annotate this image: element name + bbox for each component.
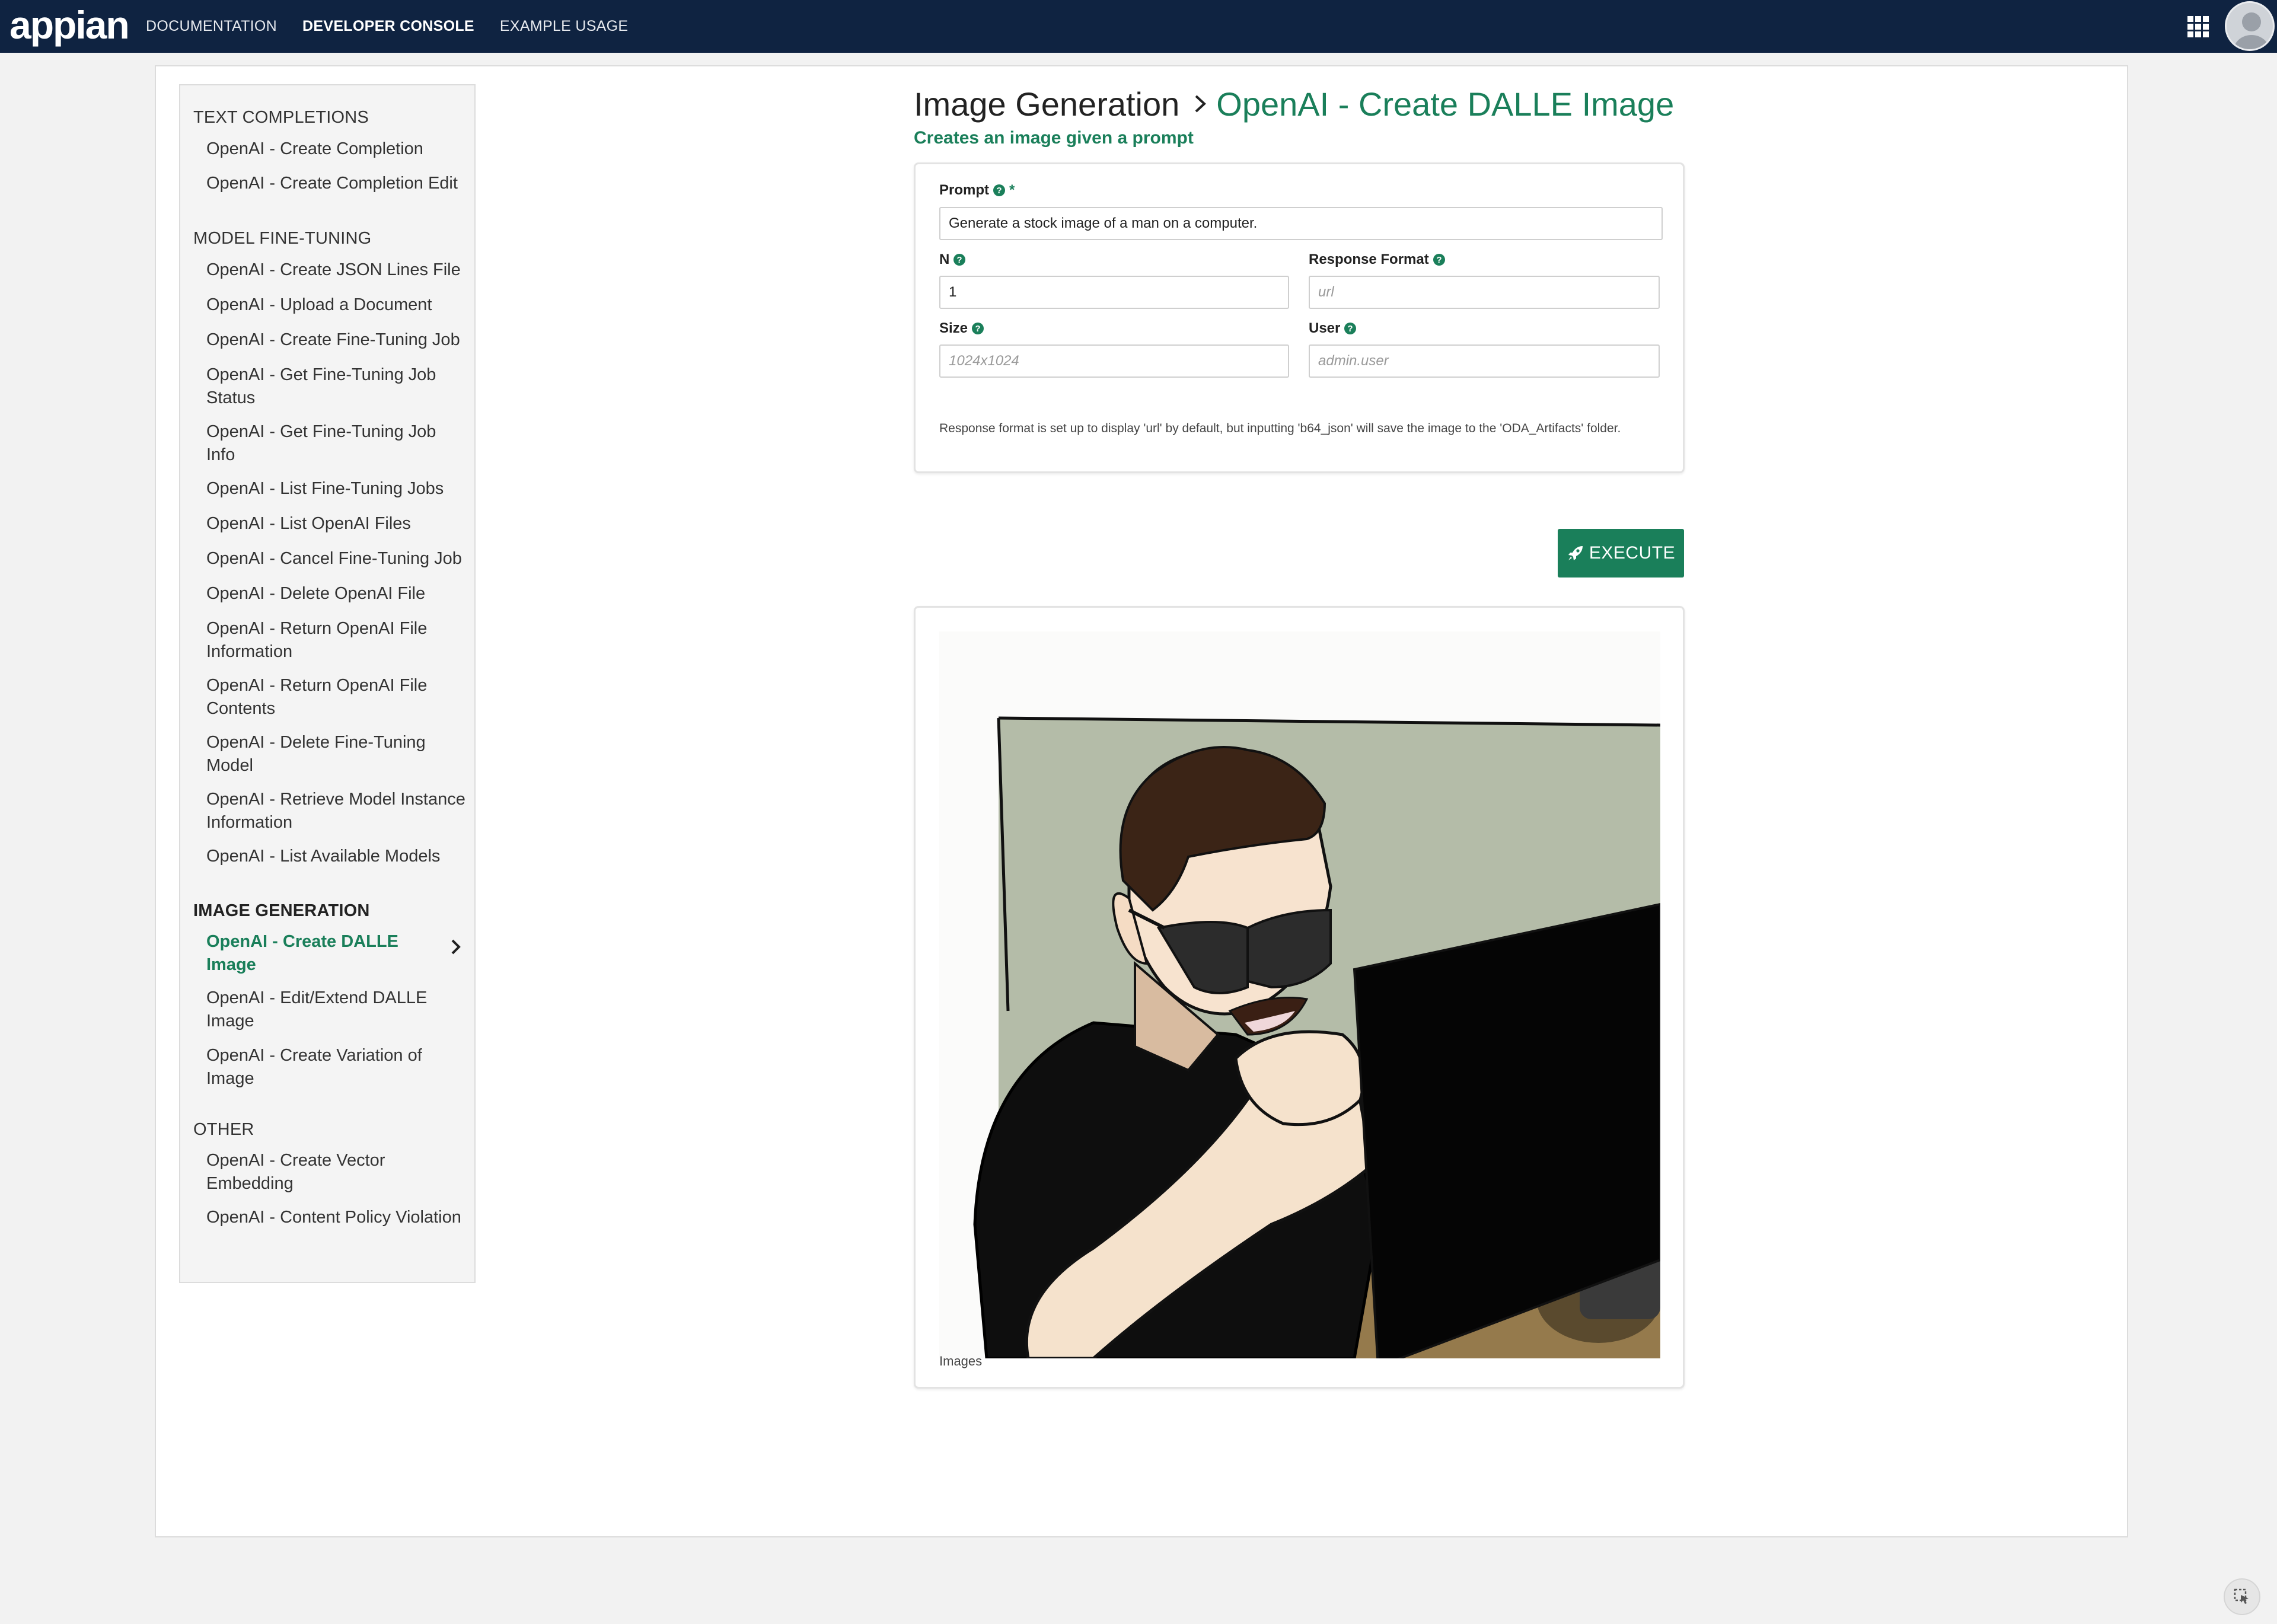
size-input[interactable]: 1024x1024 bbox=[939, 344, 1289, 378]
sidebar-item-create-variation[interactable]: OpenAI - Create Variation of Image bbox=[206, 1044, 467, 1090]
sidebar-item-create-dalle-image[interactable]: OpenAI - Create DALLE Image bbox=[206, 930, 444, 977]
page-title: OpenAI - Create DALLE Image bbox=[1216, 85, 1675, 123]
size-label: Size ? bbox=[939, 320, 984, 337]
sidebar-item-create-completion[interactable]: OpenAI - Create Completion bbox=[206, 138, 467, 161]
sidebar-item-edit-extend-dalle-image[interactable]: OpenAI - Edit/Extend DALLE Image bbox=[206, 987, 467, 1033]
sidebar-item-return-file-contents[interactable]: OpenAI - Return OpenAI File Contents bbox=[206, 674, 467, 720]
chevron-right-icon bbox=[1195, 95, 1207, 113]
help-icon[interactable]: ? bbox=[971, 322, 984, 335]
response-format-label: Response Format ? bbox=[1309, 251, 1446, 268]
sidebar-item-get-fine-tuning-job-status[interactable]: OpenAI - Get Fine-Tuning Job Status bbox=[206, 363, 467, 410]
feedback-button[interactable] bbox=[2224, 1578, 2260, 1615]
help-icon[interactable]: ? bbox=[1433, 253, 1446, 266]
appian-logo[interactable]: appian bbox=[9, 1, 130, 51]
top-nav: DOCUMENTATION DEVELOPER CONSOLE EXAMPLE … bbox=[146, 0, 653, 53]
user-silhouette-icon bbox=[2234, 12, 2269, 49]
app-grid-icon[interactable] bbox=[2187, 15, 2209, 38]
chevron-right-icon bbox=[451, 939, 461, 955]
cursor-select-icon bbox=[2234, 1588, 2249, 1604]
generated-image bbox=[939, 631, 1660, 1358]
sidebar-item-return-file-information[interactable]: OpenAI - Return OpenAI File Information bbox=[206, 617, 467, 663]
help-icon[interactable]: ? bbox=[993, 184, 1006, 197]
response-format-note: Response format is set up to display 'ur… bbox=[939, 422, 1621, 435]
sidebar-item-list-available-models[interactable]: OpenAI - List Available Models bbox=[206, 845, 467, 868]
user-avatar[interactable] bbox=[2225, 1, 2275, 51]
sidebar-item-list-openai-files[interactable]: OpenAI - List OpenAI Files bbox=[206, 512, 467, 535]
sidebar-header-image-generation: IMAGE GENERATION bbox=[193, 901, 370, 920]
sidebar-header-text-completions: TEXT COMPLETIONS bbox=[193, 108, 369, 127]
breadcrumb-parent[interactable]: Image Generation bbox=[914, 85, 1179, 123]
sidebar-item-delete-openai-file[interactable]: OpenAI - Delete OpenAI File bbox=[206, 582, 467, 605]
svg-text:?: ? bbox=[996, 186, 1002, 196]
sidebar-item-upload-document[interactable]: OpenAI - Upload a Document bbox=[206, 293, 467, 317]
sidebar-item-cancel-fine-tuning-job[interactable]: OpenAI - Cancel Fine-Tuning Job bbox=[206, 547, 467, 570]
svg-text:?: ? bbox=[957, 255, 962, 265]
user-input[interactable]: admin.user bbox=[1309, 344, 1660, 378]
required-asterisk: * bbox=[1009, 182, 1015, 198]
image-result-card: Images bbox=[914, 606, 1685, 1389]
sidebar: TEXT COMPLETIONS OpenAI - Create Complet… bbox=[179, 84, 476, 1283]
svg-text:?: ? bbox=[1348, 324, 1353, 334]
image-caption: Images bbox=[939, 1354, 983, 1368]
prompt-label: Prompt ? * bbox=[939, 182, 1015, 198]
request-form: Prompt ? * Generate a stock image of a m… bbox=[914, 162, 1685, 473]
help-icon[interactable]: ? bbox=[1344, 322, 1357, 335]
svg-text:?: ? bbox=[1436, 255, 1442, 265]
response-format-input[interactable]: url bbox=[1309, 276, 1660, 309]
sidebar-header-model-fine-tuning: MODEL FINE-TUNING bbox=[193, 229, 372, 248]
rocket-icon bbox=[1568, 546, 1583, 560]
top-bar: appian DOCUMENTATION DEVELOPER CONSOLE E… bbox=[0, 0, 2277, 53]
sidebar-item-create-completion-edit[interactable]: OpenAI - Create Completion Edit bbox=[206, 172, 467, 195]
sidebar-item-create-fine-tuning-job[interactable]: OpenAI - Create Fine-Tuning Job bbox=[206, 328, 467, 352]
breadcrumb: Image Generation OpenAI - Create DALLE I… bbox=[914, 83, 1674, 125]
n-label: N ? bbox=[939, 251, 966, 268]
execute-label: EXECUTE bbox=[1589, 543, 1676, 563]
n-input[interactable]: 1 bbox=[939, 276, 1289, 309]
sidebar-item-content-policy-violation[interactable]: OpenAI - Content Policy Violation bbox=[206, 1206, 467, 1229]
sidebar-item-create-json-lines-file[interactable]: OpenAI - Create JSON Lines File bbox=[206, 259, 467, 282]
sidebar-item-get-fine-tuning-job-info[interactable]: OpenAI - Get Fine-Tuning Job Info bbox=[206, 420, 467, 467]
sidebar-item-retrieve-model-instance-info[interactable]: OpenAI - Retrieve Model Instance Informa… bbox=[206, 788, 467, 834]
help-icon[interactable]: ? bbox=[953, 253, 966, 266]
execute-button[interactable]: EXECUTE bbox=[1558, 529, 1684, 578]
sidebar-item-delete-fine-tuning-model[interactable]: OpenAI - Delete Fine-Tuning Model bbox=[206, 731, 467, 777]
nav-developer-console[interactable]: DEVELOPER CONSOLE bbox=[302, 18, 474, 35]
svg-text:?: ? bbox=[975, 324, 980, 334]
prompt-input[interactable]: Generate a stock image of a man on a com… bbox=[939, 207, 1663, 240]
nav-documentation[interactable]: DOCUMENTATION bbox=[146, 18, 277, 35]
sidebar-item-create-vector-embedding[interactable]: OpenAI - Create Vector Embedding bbox=[206, 1149, 467, 1195]
sidebar-header-other: OTHER bbox=[193, 1120, 254, 1139]
sidebar-item-list-fine-tuning-jobs[interactable]: OpenAI - List Fine-Tuning Jobs bbox=[206, 477, 467, 500]
page-subtitle: Creates an image given a prompt bbox=[914, 128, 1194, 148]
user-label: User ? bbox=[1309, 320, 1357, 337]
nav-example-usage[interactable]: EXAMPLE USAGE bbox=[500, 18, 628, 35]
